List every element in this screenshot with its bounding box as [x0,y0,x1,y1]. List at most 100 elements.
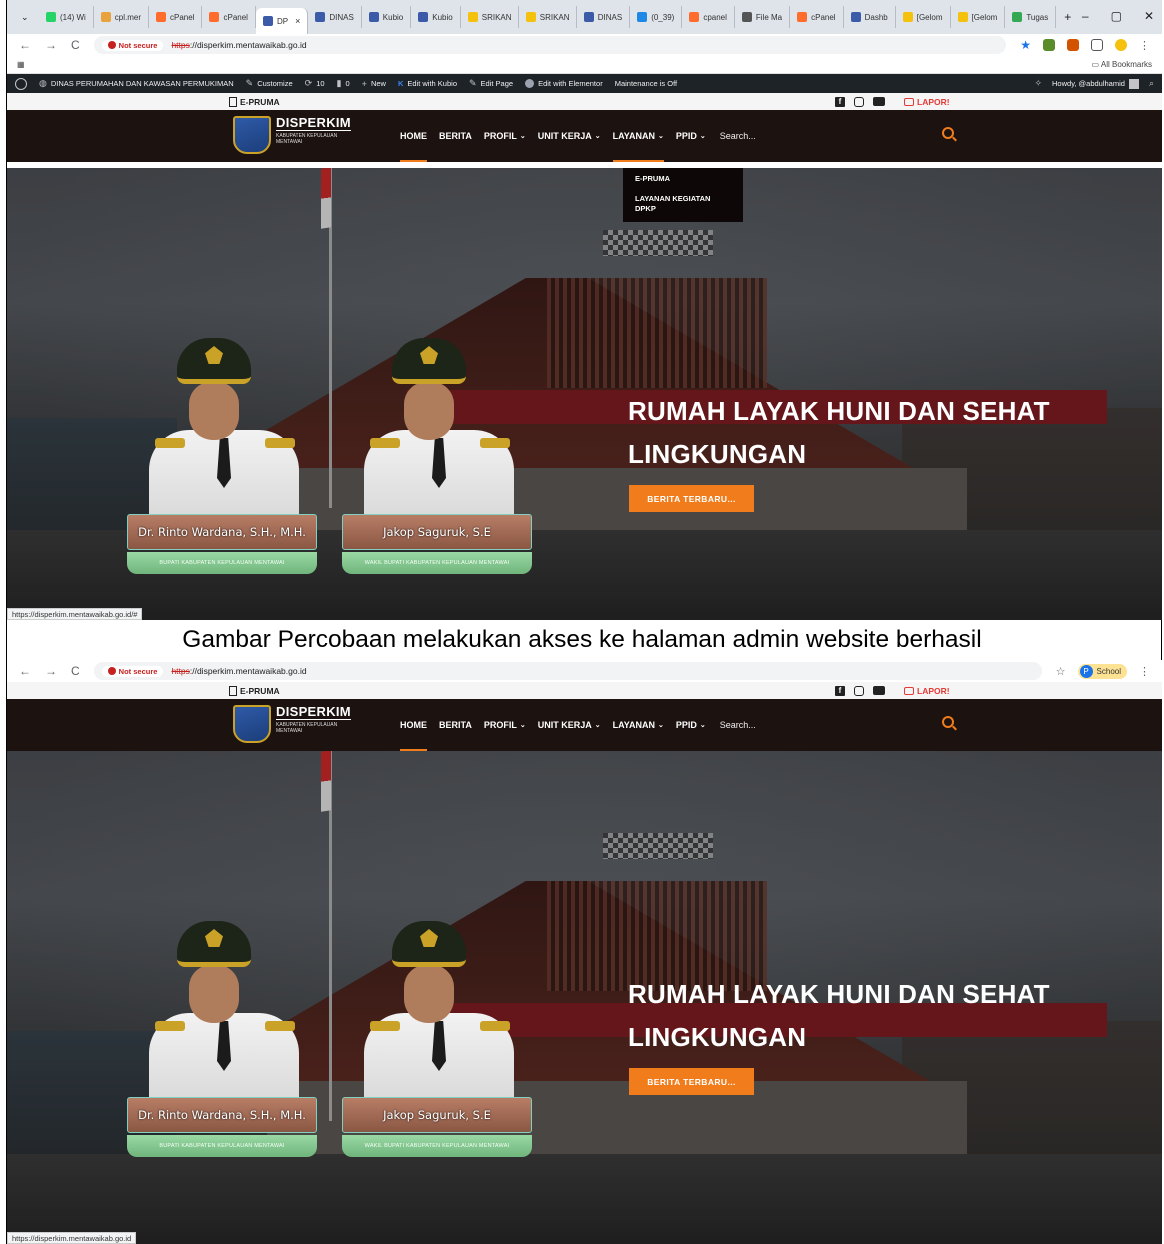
wp-maintenance-status[interactable]: Maintenance is Off [615,79,677,88]
wp-site-name-link[interactable]: ◍ DINAS PERUMAHAN DAN KAWASAN PERMUKIMAN [39,78,234,89]
extension-icon[interactable] [1067,39,1079,51]
wp-new-link[interactable]: + New [362,79,386,89]
extension-icon[interactable] [1043,39,1055,51]
hero-banner: Dr. Rinto Wardana, S.H., M.H. BUPATI KAB… [7,751,1162,1244]
tab-search-icon[interactable]: ⌄ [21,12,35,23]
search-icon[interactable] [942,716,954,728]
nav-item-profil[interactable]: PROFIL ⌄ [484,110,526,162]
tab-label: cpl.mer [114,12,142,22]
screenshot-public-view: ← → C Not secure https://disperkim.menta… [7,660,1162,1244]
browser-tab[interactable]: [Gelom [896,6,951,28]
wp-updates-link[interactable]: ⟳ 10 [305,78,325,89]
url-input[interactable]: Not secure https://disperkim.mentawaikab… [93,662,1042,680]
site-logo[interactable]: DISPERKIM KABUPATEN KEPULAUAN MENTAWAI [233,116,351,154]
nav-item-layanan[interactable]: LAYANAN ⌄ [612,110,665,162]
nav-item-ppid[interactable]: PPID ⌄ [676,699,706,751]
nav-item-berita[interactable]: BERITA [439,110,472,162]
facebook-icon[interactable]: f [835,96,845,107]
lapor-link[interactable]: LAPOR! [904,686,950,696]
security-indicator[interactable]: Not secure [101,665,164,677]
minimize-button[interactable]: – [1082,9,1089,23]
browser-tab[interactable]: cpl.mer [94,6,150,28]
nav-item-layanan[interactable]: LAYANAN ⌄ [613,699,664,751]
latest-news-button[interactable]: BERITA TERBARU... [629,485,754,512]
search-icon[interactable] [942,127,954,139]
restore-button[interactable]: ▢ [1111,9,1122,23]
back-icon[interactable]: ← [19,38,31,52]
latest-news-button[interactable]: BERITA TERBARU... [629,1068,754,1095]
nav-item-home[interactable]: HOME [400,699,427,751]
nav-item-unit-kerja[interactable]: UNIT KERJA ⌄ [538,699,601,751]
browser-menu-icon[interactable]: ⋮ [1139,39,1150,52]
profile-button[interactable]: P School [1077,663,1127,679]
comment-icon: ▮ [336,78,342,88]
browser-tab[interactable]: Kubio [411,6,461,28]
wp-edit-kubio-link[interactable]: K Edit with Kubio [398,79,457,88]
security-indicator[interactable]: Not secure [101,39,164,51]
youtube-icon[interactable] [873,97,885,106]
browser-tab[interactable]: [Gelom [951,6,1006,28]
youtube-icon[interactable] [873,686,885,695]
browser-tab[interactable]: DP × [255,8,309,34]
browser-tab[interactable]: cpanel [682,6,735,28]
nav-item-profil[interactable]: PROFIL ⌄ [484,699,526,751]
instagram-icon[interactable] [854,685,864,696]
ai-sparkle-icon[interactable]: ✧ [1034,78,1042,89]
chat-icon [904,686,914,695]
browser-tab[interactable]: SRIKAN [461,6,519,28]
bookmark-star-icon[interactable]: ★ [1020,38,1031,52]
url-input[interactable]: Not secure https://disperkim.mentawaikab… [93,36,1007,54]
wp-edit-elementor-link[interactable]: Edit with Elementor [525,79,603,88]
site-logo[interactable]: DISPERKIM KABUPATEN KEPULAUAN MENTAWAI [233,705,351,743]
forward-icon[interactable]: → [45,664,57,678]
browser-tab[interactable]: SRIKAN [519,6,577,28]
dropdown-item-epruma[interactable]: E-PRUMA [635,174,731,184]
search-input[interactable]: Search... [720,131,756,141]
browser-tab[interactable]: Kubio [362,6,412,28]
wp-customize-link[interactable]: ✎ Customize [246,78,293,89]
reload-icon[interactable]: C [71,664,80,678]
avatar[interactable] [1115,39,1127,51]
epruma-link[interactable]: E-PRUMA [229,96,280,107]
browser-tab[interactable]: Tugas [1005,6,1057,28]
browser-tab[interactable]: (0_39) [630,6,683,28]
browser-tab[interactable]: DINAS [577,6,631,28]
reload-icon[interactable]: C [71,38,80,52]
tab-label: cPanel [170,12,195,22]
nav-item-ppid[interactable]: PPID ⌄ [676,110,706,162]
facebook-icon[interactable]: f [835,685,845,696]
nav-item-berita[interactable]: BERITA [439,699,472,751]
search-input[interactable]: Search... [720,720,756,730]
nav-item-unit-kerja[interactable]: UNIT KERJA ⌄ [538,110,601,162]
browser-tab[interactable]: cPanel [202,6,256,28]
browser-tab[interactable]: DINAS [308,6,362,28]
epruma-link[interactable]: E-PRUMA [229,685,280,696]
search-icon[interactable]: ⌕ [1149,78,1154,89]
wordpress-logo-icon[interactable] [15,77,27,90]
browser-tab[interactable]: cPanel [149,6,203,28]
instagram-icon[interactable] [854,96,864,107]
forward-icon[interactable]: → [45,38,57,52]
tab-favicon-icon [262,16,273,26]
dropdown-item-layanan-kegiatan[interactable]: LAYANAN KEGIATAN DPKP [635,194,731,214]
lapor-link[interactable]: LAPOR! [904,97,950,107]
new-tab-button[interactable]: + [1056,10,1079,24]
all-bookmarks-link[interactable]: ▭ All Bookmarks [1092,60,1152,69]
browser-menu-icon[interactable]: ⋮ [1139,665,1150,678]
browser-tab[interactable]: (14) Wi [39,6,94,28]
browser-tab[interactable]: File Ma [735,6,791,28]
nav-item-home[interactable]: HOME [400,110,427,162]
close-window-button[interactable]: ✕ [1144,9,1154,23]
wp-comments-link[interactable]: ▮ 0 [337,78,350,89]
back-icon[interactable]: ← [19,664,31,678]
browser-tab[interactable]: Dashb [844,6,896,28]
wp-edit-page-link[interactable]: ✎ Edit Page [469,78,513,89]
extensions-puzzle-icon[interactable] [1091,39,1103,51]
chevron-down-icon: ⌄ [594,722,601,729]
bookmark-star-icon[interactable]: ☆ [1056,665,1066,678]
close-tab-icon[interactable]: × [295,16,300,26]
wp-account-menu[interactable]: Howdy, @abdulhamid [1052,78,1139,89]
link-status-bubble: https://disperkim.mentawaikab.go.id [7,1232,137,1244]
apps-grid-icon[interactable]: ▦ [17,60,25,69]
browser-tab[interactable]: cPanel [790,6,844,28]
